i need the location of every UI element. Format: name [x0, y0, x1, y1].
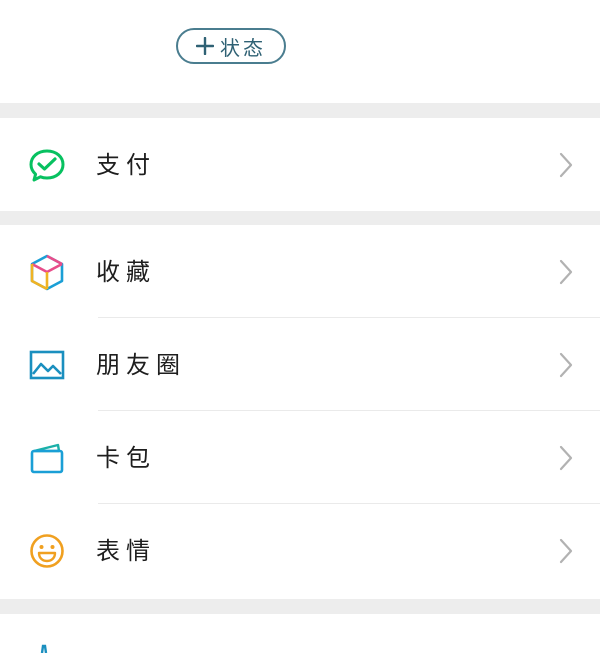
menu-item-label: 朋友圈 — [96, 351, 186, 379]
favorites-cube-icon — [28, 253, 66, 291]
menu-item-label: 收藏 — [96, 258, 156, 286]
emoji-smiley-icon — [28, 532, 66, 570]
menu-item-label: 表情 — [96, 537, 156, 565]
menu-item-favorites[interactable]: 收藏 — [0, 225, 600, 318]
menu-item-pay[interactable]: 支付 — [0, 118, 600, 211]
chevron-right-icon — [558, 351, 574, 379]
section-separator — [0, 211, 600, 225]
menu-item-label: 卡包 — [96, 444, 156, 472]
moments-picture-icon — [28, 346, 66, 384]
wechat-pay-check-bubble-icon — [28, 146, 66, 184]
menu-item-moments[interactable]: 朋友圈 — [0, 318, 600, 411]
pay-section: 支付 — [0, 118, 600, 211]
menu-item-card-wallet[interactable]: 卡包 — [0, 411, 600, 504]
chevron-right-icon — [558, 258, 574, 286]
menu-item-stickers[interactable]: 表情 — [0, 504, 600, 597]
add-status-label: 状态 — [220, 35, 266, 60]
chevron-right-icon — [558, 444, 574, 472]
section-separator — [0, 103, 600, 118]
chevron-right-icon — [558, 151, 574, 179]
chevron-right-icon — [558, 537, 574, 565]
menu-item-label: 支付 — [96, 151, 156, 179]
card-wallet-icon — [28, 439, 66, 477]
profile-header-area: 状态 — [0, 0, 600, 103]
settings-icon — [34, 638, 54, 654]
add-status-button[interactable]: 状态 — [176, 28, 286, 64]
plus-icon — [196, 37, 214, 55]
settings-section-partial — [0, 614, 600, 647]
section-separator — [0, 599, 600, 614]
services-section: 收藏 朋友圈 卡包 表情 — [0, 225, 600, 599]
